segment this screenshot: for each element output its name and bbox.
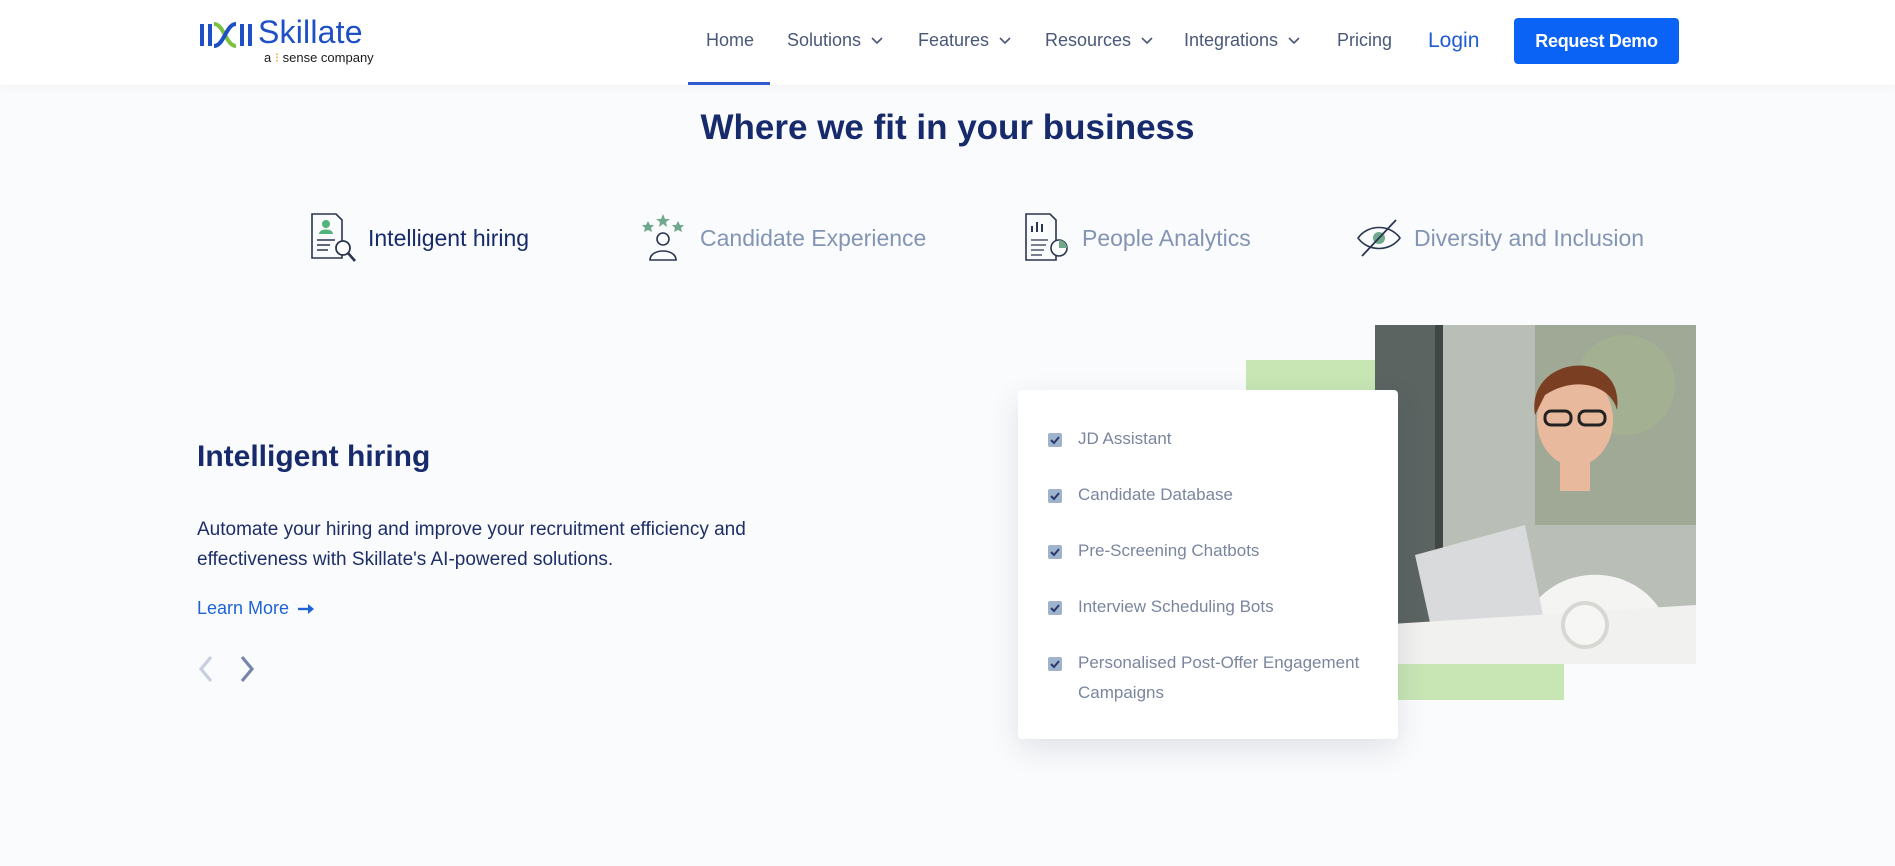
logo-tagline: a ⁝ sense company xyxy=(264,50,374,65)
tab-candidate-experience[interactable]: Candidate Experience xyxy=(640,212,926,264)
tab-people-analytics[interactable]: People Analytics xyxy=(1022,212,1251,264)
decorative-green-block xyxy=(1398,660,1564,700)
section-title: Where we fit in your business xyxy=(700,108,1195,147)
feature-label: Pre-Screening Chatbots xyxy=(1078,541,1260,560)
hiring-search-icon xyxy=(311,213,356,262)
request-demo-button[interactable]: Request Demo xyxy=(1514,18,1679,64)
tab-intelligent-hiring[interactable]: Intelligent hiring xyxy=(308,212,529,264)
tab-label: Intelligent hiring xyxy=(368,224,530,251)
feature-item: Candidate Database xyxy=(1048,485,1388,510)
nav-features[interactable]: Features xyxy=(918,30,1011,51)
nav-resources[interactable]: Resources xyxy=(1045,30,1153,51)
feature-label: JD Assistant xyxy=(1078,429,1172,448)
nav-solutions[interactable]: Solutions xyxy=(787,30,883,51)
woman-using-laptop-photo xyxy=(1375,325,1696,664)
content-heading: Intelligent hiring xyxy=(197,440,431,473)
nav-home[interactable]: Home xyxy=(706,30,754,51)
feature-label: Interview Scheduling Bots xyxy=(1078,597,1274,616)
feature-label: Personalised Post-Offer Engagement Campa… xyxy=(1078,653,1360,702)
chevron-down-icon xyxy=(871,36,883,44)
analytics-report-icon xyxy=(1025,213,1068,261)
feature-item: Interview Scheduling Bots xyxy=(1048,597,1388,622)
chevron-down-icon xyxy=(1288,36,1300,44)
tab-label: Diversity and Inclusion xyxy=(1414,224,1645,251)
arrow-right-icon xyxy=(298,603,315,614)
learn-more-link[interactable]: Learn More xyxy=(197,598,315,619)
site-header: Skillate a ⁝ sense company Home Solution… xyxy=(0,0,1895,85)
feature-label: Candidate Database xyxy=(1078,485,1234,504)
carousel-next-button[interactable] xyxy=(237,654,257,684)
chevron-down-icon xyxy=(1141,36,1153,44)
checkbox-checked-icon xyxy=(1048,433,1062,447)
nav-pricing[interactable]: Pricing xyxy=(1337,30,1392,51)
skillate-logo-mark-icon xyxy=(200,22,252,48)
logo-name: Skillate xyxy=(258,14,363,50)
tab-diversity-inclusion[interactable]: Diversity and Inclusion xyxy=(1354,212,1644,264)
nav-integrations[interactable]: Integrations xyxy=(1184,30,1300,51)
chevron-down-icon xyxy=(999,36,1011,44)
nav-active-indicator xyxy=(688,82,770,85)
checkbox-checked-icon xyxy=(1048,601,1062,615)
features-card: JD Assistant Candidate Database Pre-Scre… xyxy=(1018,390,1398,739)
login-link[interactable]: Login xyxy=(1428,29,1479,53)
decorative-green-block xyxy=(1246,360,1386,392)
candidate-stars-icon xyxy=(642,214,684,261)
eye-slash-icon xyxy=(1357,219,1401,257)
tab-label: Candidate Experience xyxy=(700,224,927,251)
feature-item: Pre-Screening Chatbots xyxy=(1048,541,1388,566)
carousel-prev-button[interactable] xyxy=(196,654,216,684)
learn-more-label: Learn More xyxy=(197,598,290,618)
feature-item: JD Assistant xyxy=(1048,429,1388,454)
checkbox-checked-icon xyxy=(1048,489,1062,503)
checkbox-checked-icon xyxy=(1048,657,1062,671)
checkbox-checked-icon xyxy=(1048,545,1062,559)
tab-label: People Analytics xyxy=(1082,224,1251,251)
content-description: Automate your hiring and improve your re… xyxy=(197,519,746,570)
feature-item: Personalised Post-Offer Engagement Campa… xyxy=(1048,653,1388,708)
skillate-logo[interactable]: Skillate a ⁝ sense company xyxy=(200,14,390,68)
